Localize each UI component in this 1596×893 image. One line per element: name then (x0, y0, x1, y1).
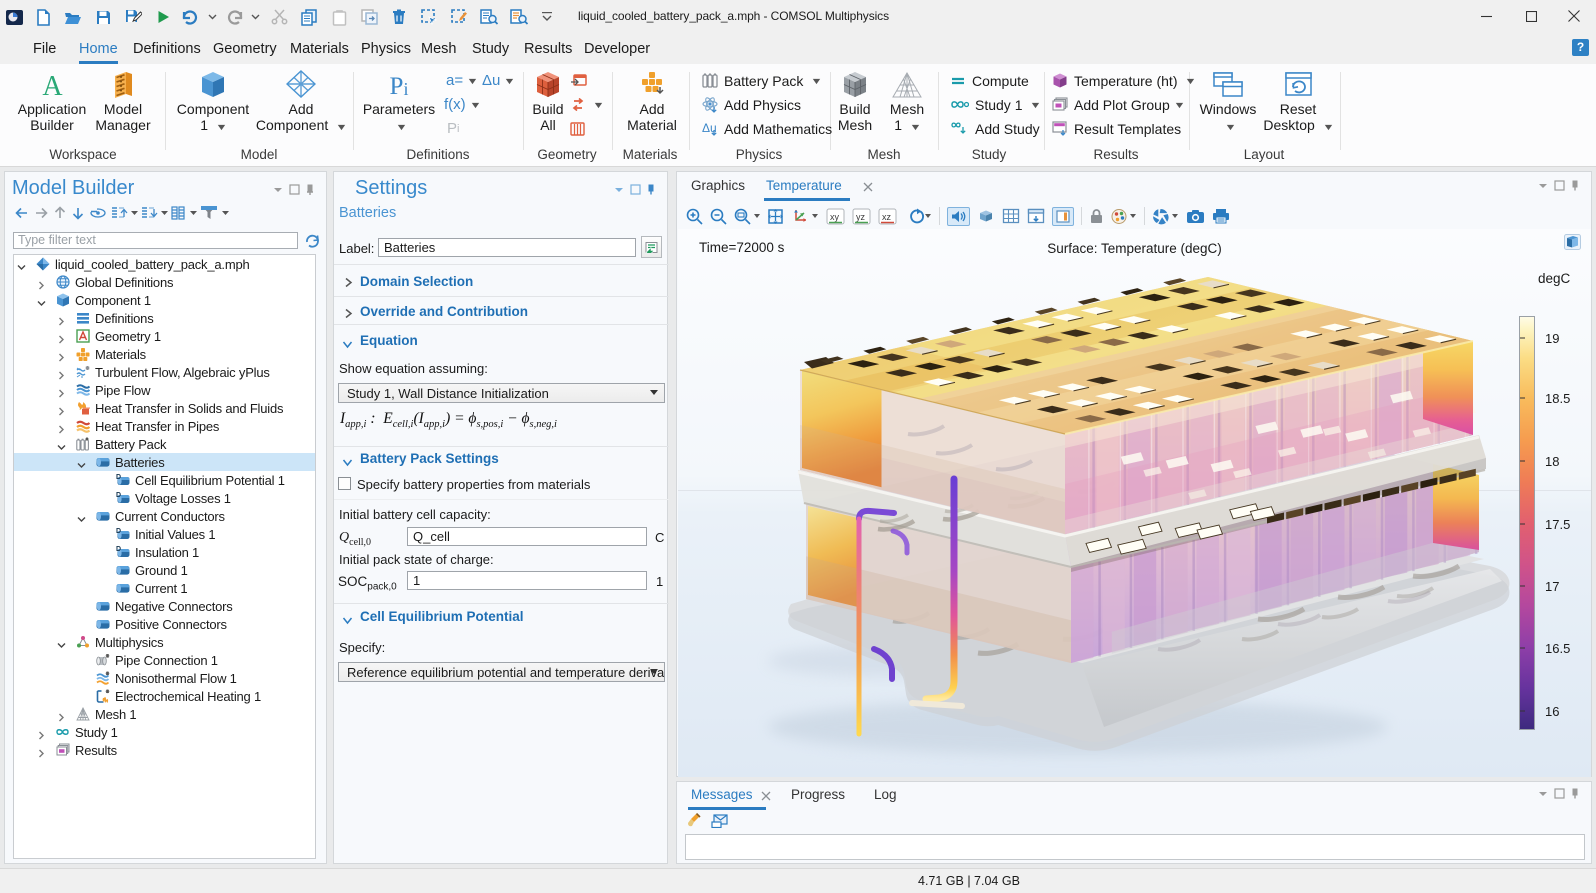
svg-text:yz: yz (856, 212, 866, 222)
svg-text:xy: xy (830, 212, 840, 222)
svg-text:Pi: Pi (390, 74, 409, 98)
svg-text:D: D (116, 528, 121, 535)
svg-text:D: D (116, 546, 121, 553)
svg-text:D: D (116, 492, 121, 499)
svg-text:xz: xz (882, 212, 892, 222)
svg-text:A: A (42, 72, 63, 98)
svg-text:D: D (116, 474, 121, 481)
